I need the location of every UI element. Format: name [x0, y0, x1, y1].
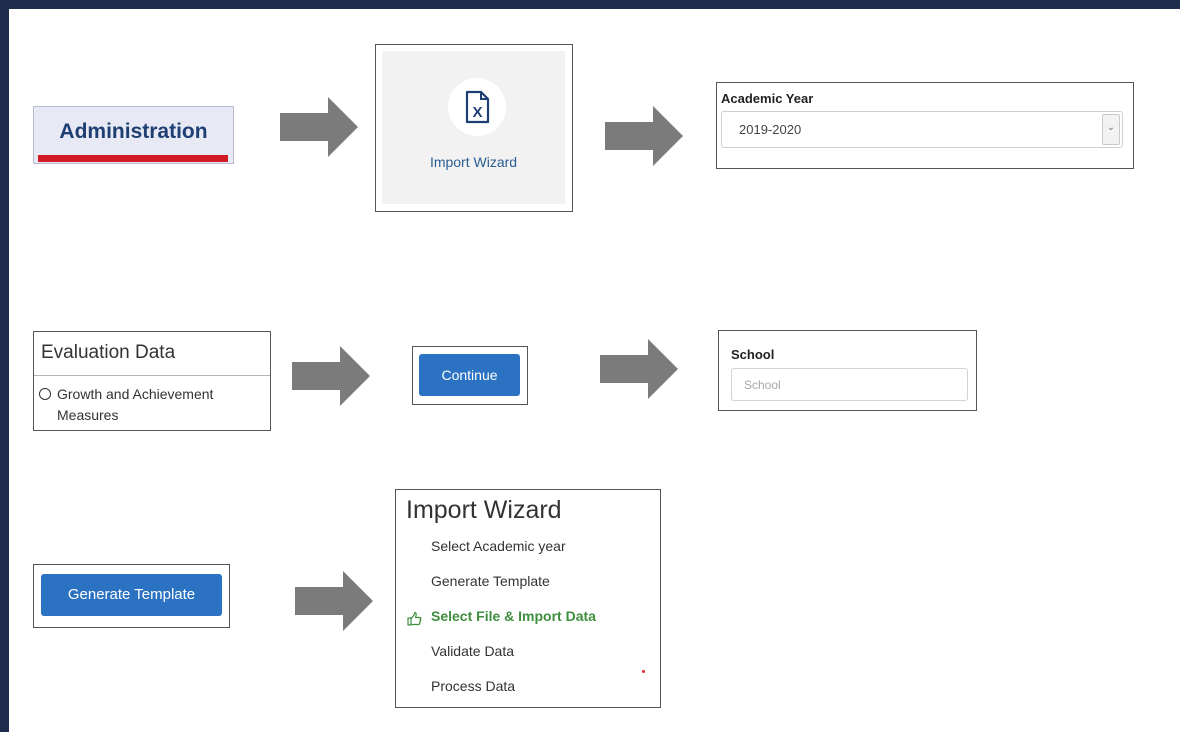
active-underline: [38, 155, 228, 162]
generate-template-frame: Generate Template: [33, 564, 230, 628]
continue-frame: Continue: [412, 346, 528, 405]
administration-label: Administration: [59, 120, 208, 143]
academic-year-select[interactable]: 2019-2020 ⌄: [721, 111, 1123, 148]
chevron-down-icon[interactable]: ⌄: [1102, 114, 1120, 145]
import-wizard-tile[interactable]: X Import Wizard: [382, 51, 565, 204]
step-select-academic-year[interactable]: Select Academic year: [431, 538, 566, 554]
generate-template-button[interactable]: Generate Template: [41, 574, 222, 616]
frame-left-border: [0, 0, 9, 732]
excel-file-icon: X: [448, 78, 506, 136]
divider: [34, 375, 270, 376]
pointing-hand-icon: [406, 611, 422, 627]
growth-achievement-radio[interactable]: [39, 388, 51, 400]
school-panel: School: [718, 330, 977, 411]
arrow-right-icon: [295, 571, 373, 631]
step-select-file-import-data[interactable]: Select File & Import Data: [431, 608, 596, 624]
academic-year-label: Academic Year: [721, 91, 814, 106]
school-label: School: [731, 347, 775, 362]
academic-year-panel: Academic Year 2019-2020 ⌄: [716, 82, 1134, 169]
import-wizard-tile-frame: X Import Wizard: [375, 44, 573, 212]
arrow-right-icon: [605, 106, 683, 166]
frame-top-border: [0, 0, 1180, 9]
import-wizard-steps-panel: Import Wizard Select Academic year Gener…: [395, 489, 661, 708]
svg-text:X: X: [472, 104, 482, 121]
arrow-right-icon: [600, 339, 678, 399]
step-validate-data[interactable]: Validate Data: [431, 643, 514, 659]
step-generate-template[interactable]: Generate Template: [431, 573, 550, 589]
import-wizard-steps-title: Import Wizard: [406, 496, 562, 524]
growth-achievement-option-label[interactable]: Growth and Achievement Measures: [57, 384, 267, 426]
arrow-right-icon: [292, 346, 370, 406]
evaluation-data-panel: Evaluation Data Growth and Achievement M…: [33, 331, 271, 431]
arrow-right-icon: [280, 97, 358, 157]
school-input[interactable]: [731, 368, 968, 401]
evaluation-data-title: Evaluation Data: [41, 342, 176, 363]
continue-button[interactable]: Continue: [419, 354, 520, 396]
academic-year-selected-value: 2019-2020: [739, 122, 802, 137]
administration-menu[interactable]: Administration: [33, 106, 234, 164]
step-process-data[interactable]: Process Data: [431, 678, 515, 694]
import-wizard-tile-label: Import Wizard: [429, 154, 518, 170]
marker-dot: [642, 670, 645, 673]
